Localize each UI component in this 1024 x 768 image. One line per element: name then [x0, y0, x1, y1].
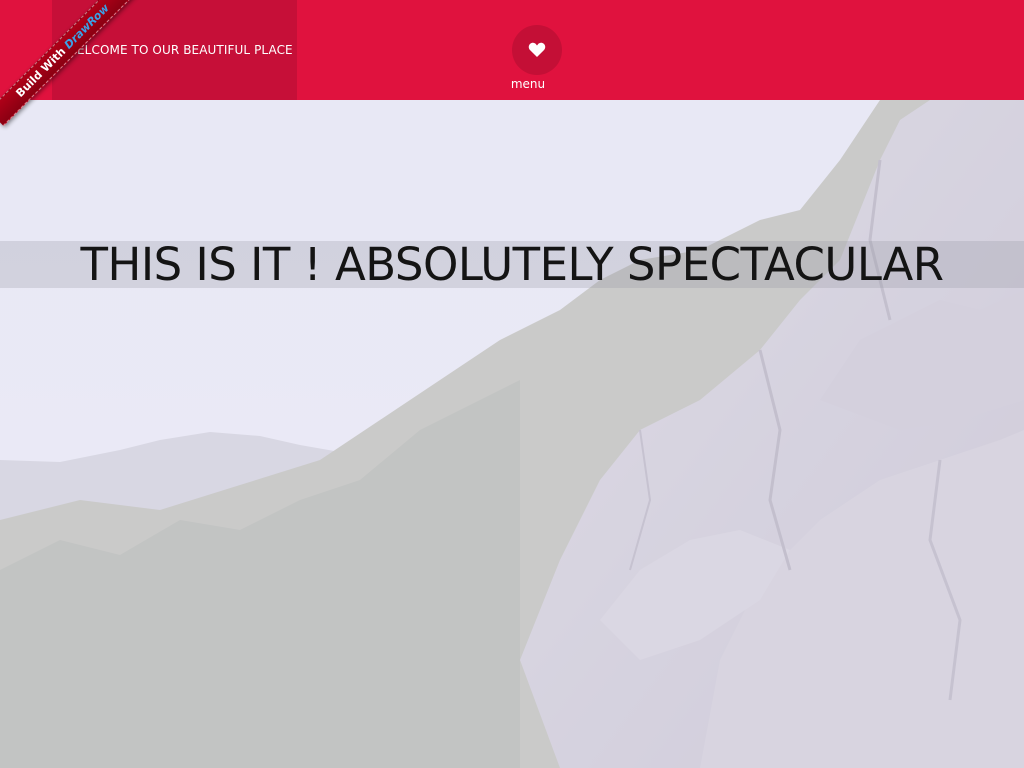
- menu-button[interactable]: [512, 25, 562, 75]
- page: THIS IS IT ! ABSOLUTELY SPECTACULAR ELCO…: [0, 0, 1024, 768]
- hero-section: THIS IS IT ! ABSOLUTELY SPECTACULAR: [0, 100, 1024, 768]
- welcome-text: ELCOME TO OUR BEAUTIFUL PLACE: [77, 43, 293, 57]
- hero-headline: THIS IS IT ! ABSOLUTELY SPECTACULAR: [80, 238, 945, 291]
- image-overlay: [0, 100, 1024, 768]
- top-bar: ELCOME TO OUR BEAUTIFUL PLACE menu: [0, 0, 1024, 100]
- heart-icon: [528, 42, 546, 57]
- menu-label[interactable]: menu: [506, 77, 550, 91]
